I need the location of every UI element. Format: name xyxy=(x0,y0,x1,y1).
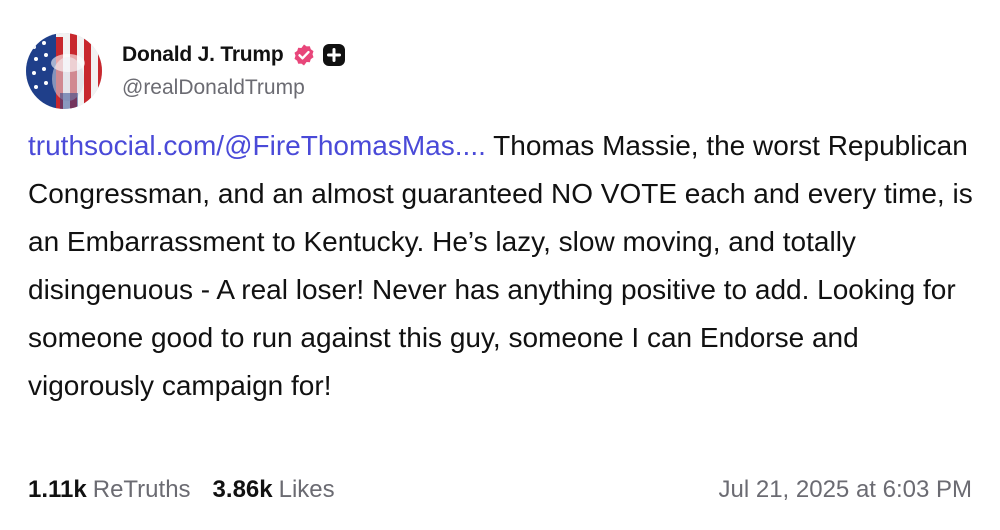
likes-label: Likes xyxy=(278,476,335,503)
post-link[interactable]: truthsocial.com/@FireThomasMas.... xyxy=(28,130,486,161)
author-handle[interactable]: @realDonaldTrump xyxy=(122,76,305,100)
author-name-row: Donald J. Trump xyxy=(122,38,346,72)
profile-avatar-flag xyxy=(26,33,102,109)
post-content: truthsocial.com/@FireThomasMas.... Thoma… xyxy=(28,122,973,410)
retruths-label: ReTruths xyxy=(92,476,191,503)
post-body-text: Thomas Massie, the worst Republican Cong… xyxy=(28,130,973,401)
truth-post: Donald J. Trump @realDonaldTrump truthso… xyxy=(0,0,1000,530)
likes-count: 3.86k xyxy=(212,476,273,503)
post-footer: 1.11k ReTruths 3.86k Likes Jul 21, 2025 … xyxy=(28,472,972,508)
plus-badge-icon xyxy=(322,43,346,67)
retruths-count: 1.11k xyxy=(28,476,87,503)
retruths-stat[interactable]: 1.11k ReTruths xyxy=(28,476,191,504)
author-display-name[interactable]: Donald J. Trump xyxy=(122,43,284,67)
verified-badge-icon xyxy=(292,43,316,67)
post-timestamp[interactable]: Jul 21, 2025 at 6:03 PM xyxy=(719,476,973,504)
avatar[interactable] xyxy=(26,33,102,109)
likes-stat[interactable]: 3.86k Likes xyxy=(213,476,335,504)
